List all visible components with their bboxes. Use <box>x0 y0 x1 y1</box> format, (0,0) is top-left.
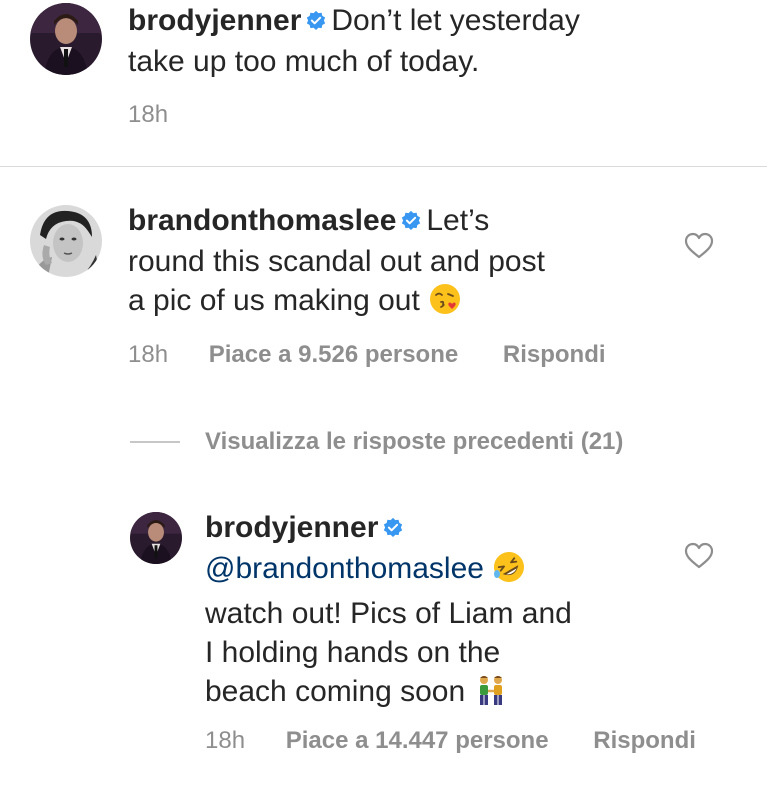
comment-reply-button[interactable]: Rispondi <box>503 341 606 368</box>
avatar-brodyjenner-reply[interactable] <box>130 512 182 564</box>
comment-text: brandonthomaslee Let’s round this scandal… <box>128 201 668 326</box>
heart-outline-icon[interactable] <box>684 542 714 575</box>
reply-text: brodyjenner @brandonthomaslee watch out!… <box>205 508 675 717</box>
caption-meta: 18h <box>128 100 168 130</box>
caption-text: brodyjenner Don’t let yesterday take up t… <box>128 1 748 81</box>
avatar-brodyjenner[interactable] <box>30 3 102 75</box>
comment-text-line2: round this scandal out and post <box>128 245 545 278</box>
reply-text-line3: I holding hands on the <box>205 636 501 669</box>
caption-divider <box>0 166 767 167</box>
men-holding-hands-emoji <box>474 673 508 717</box>
reply-text-line2: watch out! Pics of Liam and <box>205 597 572 630</box>
caption-text-line1: Don’t let yesterday <box>331 4 580 37</box>
caption-username[interactable]: brodyjenner <box>128 4 301 37</box>
reply-text-line4: beach coming soon <box>205 675 466 708</box>
view-previous-replies-label[interactable]: Visualizza le risposte precedenti (21) <box>205 425 623 459</box>
reply-username[interactable]: brodyjenner <box>205 511 378 544</box>
comment-username[interactable]: brandonthomaslee <box>128 204 396 237</box>
reply-likes[interactable]: Piace a 14.447 persone <box>286 727 549 754</box>
comment-text-line3: a pic of us making out <box>128 284 420 317</box>
heart-outline-icon[interactable] <box>684 232 714 265</box>
comment-text-line1: Let’s <box>426 204 490 237</box>
comment-time: 18h <box>128 341 169 368</box>
replies-divider-line <box>130 441 180 443</box>
verified-badge-icon <box>382 510 404 549</box>
comments-screen: brodyjenner Don’t let yesterday take up t… <box>0 0 767 795</box>
face-blowing-kiss-emoji <box>428 282 462 326</box>
reply-mention-link[interactable]: @brandonthomaslee <box>205 552 484 585</box>
rolling-on-floor-laughing-emoji <box>492 550 526 594</box>
reply-time: 18h <box>205 727 246 754</box>
verified-badge-icon <box>400 203 422 242</box>
reply-meta: 18h Piace a 14.447 persone Rispondi <box>205 726 696 756</box>
comment-likes[interactable]: Piace a 9.526 persone <box>209 341 459 368</box>
verified-badge-icon <box>305 3 327 42</box>
avatar-brandonthomaslee[interactable] <box>30 205 102 277</box>
caption-time: 18h <box>128 101 169 128</box>
reply-reply-button[interactable]: Rispondi <box>593 727 696 754</box>
comment-meta: 18h Piace a 9.526 persone Rispondi <box>128 340 606 370</box>
caption-text-line2: take up too much of today. <box>128 45 480 78</box>
